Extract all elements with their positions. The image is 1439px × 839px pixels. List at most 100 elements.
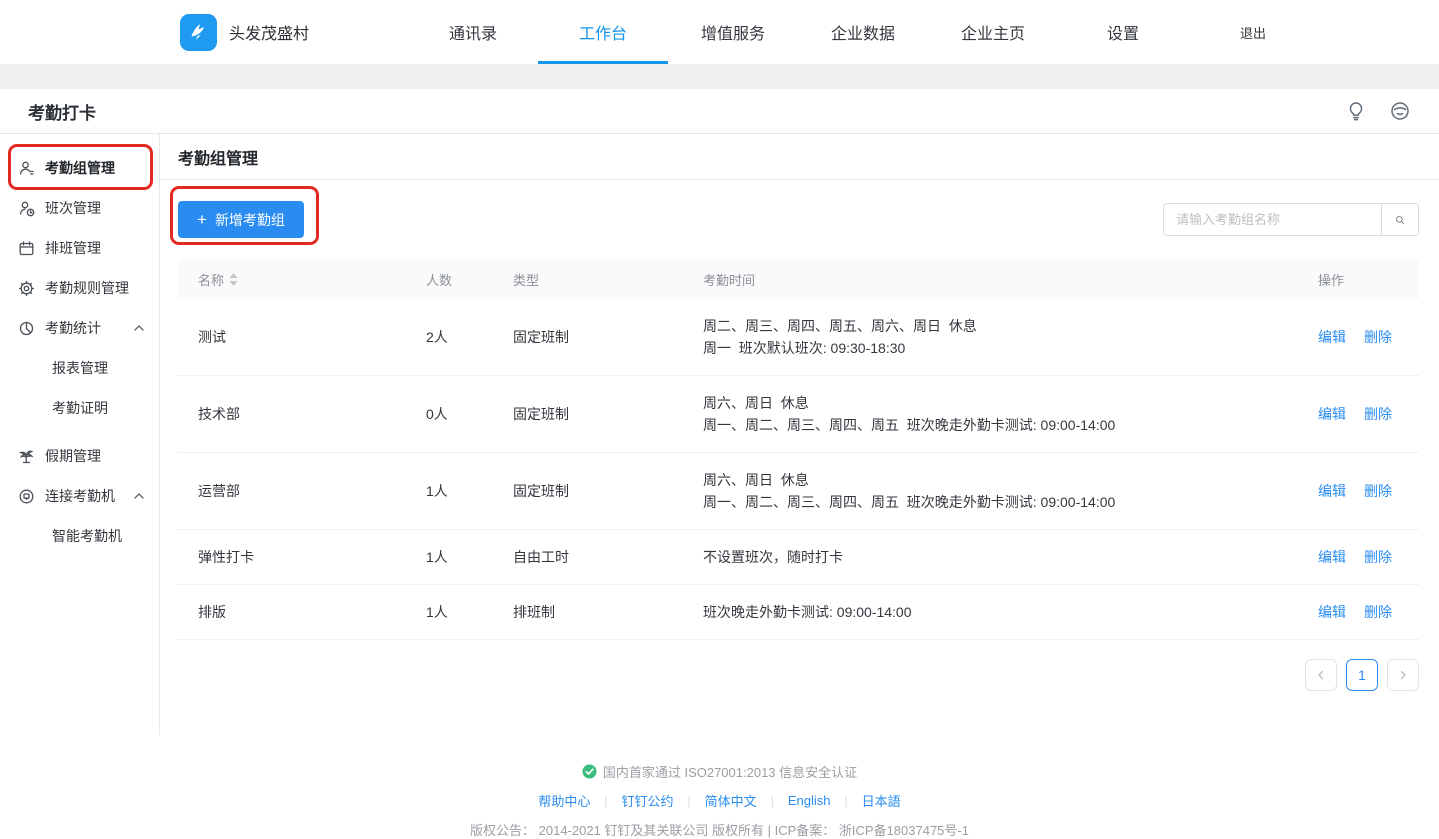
prev-page-button[interactable] [1305, 659, 1337, 691]
copyright-text: 版权公告： 2014-2021 钉钉及其关联公司 版权所有 | ICP备案： 浙… [0, 820, 1439, 839]
lang-simplified-chinese-link[interactable]: 简体中文 [705, 791, 757, 810]
brand: 头发茂盛村 [180, 14, 408, 51]
user-clock-icon [18, 200, 35, 217]
delete-link[interactable]: 删除 [1364, 602, 1392, 622]
sidebar-item-smart-attendance-machine[interactable]: 智能考勤机 [0, 516, 159, 556]
table-row: 测试 2人 固定班制 周二、周三、周四、周五、周六、周日 休息周一 班次默认班次… [178, 299, 1419, 376]
next-page-button[interactable] [1387, 659, 1419, 691]
sidebar-item-holiday-management[interactable]: 假期管理 [0, 436, 159, 476]
sidebar-item-scheduling[interactable]: 排班管理 [0, 228, 159, 268]
group-type: 排班制 [513, 602, 703, 622]
edit-link[interactable]: 编辑 [1318, 547, 1346, 567]
logout-button[interactable]: 退出 [1188, 0, 1318, 64]
member-count: 2人 [426, 327, 513, 347]
delete-link[interactable]: 删除 [1364, 327, 1392, 347]
sidebar-item-label: 考勤组管理 [45, 158, 115, 178]
divider: | [844, 794, 847, 808]
sidebar: 考勤组管理 班次管理 排班管理 考勤规则管理 考勤统计 [0, 134, 160, 735]
column-header-type: 类型 [513, 270, 703, 289]
gear-icon [18, 280, 35, 297]
sidebar-item-attendance-statistics[interactable]: 考勤统计 [0, 308, 159, 348]
company-name: 头发茂盛村 [229, 20, 309, 44]
separator-strip [0, 64, 1439, 89]
column-header-count: 人数 [426, 270, 513, 289]
column-header-name[interactable]: 名称 [178, 270, 426, 289]
table-row: 技术部 0人 固定班制 周六、周日 休息周一、周二、周三、周四、周五 班次晚走外… [178, 376, 1419, 453]
cert-text: 国内首家通过 ISO27001:2013 信息安全认证 [603, 762, 857, 781]
group-type: 固定班制 [513, 327, 703, 347]
dingtalk-logo-icon [180, 14, 217, 51]
attendance-time: 班次晚走外勤卡测试: 09:00-14:00 [703, 585, 1318, 639]
palm-tree-icon [18, 448, 35, 465]
member-count: 1人 [426, 481, 513, 501]
table-header: 名称 人数 类型 考勤时间 操作 [178, 259, 1419, 299]
tab-settings[interactable]: 设置 [1058, 0, 1188, 64]
search-box [1163, 203, 1419, 236]
calendar-icon [18, 240, 35, 257]
lang-english-link[interactable]: English [788, 793, 831, 808]
edit-link[interactable]: 编辑 [1318, 404, 1346, 424]
column-header-time: 考勤时间 [703, 270, 1318, 289]
group-type: 固定班制 [513, 481, 703, 501]
tab-enterprise-homepage[interactable]: 企业主页 [928, 0, 1058, 64]
add-attendance-group-button[interactable]: + 新增考勤组 [178, 201, 304, 238]
table-row: 排版 1人 排班制 班次晚走外勤卡测试: 09:00-14:00 编辑删除 [178, 585, 1419, 640]
attendance-time: 周二、周三、周四、周五、周六、周日 休息周一 班次默认班次: 09:30-18:… [703, 299, 1318, 375]
tab-contacts[interactable]: 通讯录 [408, 0, 538, 64]
sidebar-item-attendance-rules[interactable]: 考勤规则管理 [0, 268, 159, 308]
search-input[interactable] [1164, 204, 1381, 235]
lang-japanese-link[interactable]: 日本語 [862, 791, 901, 810]
help-center-link[interactable]: 帮助中心 [538, 791, 590, 810]
sidebar-item-report-management[interactable]: 报表管理 [0, 348, 159, 388]
chevron-up-icon[interactable] [133, 490, 145, 502]
delete-link[interactable]: 删除 [1364, 481, 1392, 501]
sidebar-item-attendance-proof[interactable]: 考勤证明 [0, 388, 159, 428]
dingtalk-convention-link[interactable]: 钉钉公约 [622, 791, 674, 810]
search-button[interactable] [1381, 204, 1418, 235]
group-name: 排版 [178, 602, 426, 622]
chevron-right-icon [1398, 670, 1408, 680]
footer: 国内首家通过 ISO27001:2013 信息安全认证 帮助中心| 钉钉公约| … [0, 735, 1439, 839]
sidebar-item-label: 考勤证明 [52, 398, 108, 418]
pie-chart-icon [18, 320, 35, 337]
sort-icon[interactable] [229, 273, 238, 286]
sidebar-item-label: 假期管理 [45, 446, 101, 466]
top-nav: 头发茂盛村 通讯录 工作台 增值服务 企业数据 企业主页 设置 退出 [0, 0, 1439, 64]
chevron-up-icon[interactable] [133, 322, 145, 334]
sidebar-item-label: 考勤规则管理 [45, 278, 129, 298]
footer-links: 帮助中心| 钉钉公约| 简体中文| English| 日本語 [0, 791, 1439, 810]
group-name: 测试 [178, 327, 426, 347]
divider: | [604, 794, 607, 808]
group-type: 固定班制 [513, 404, 703, 424]
security-cert-line: 国内首家通过 ISO27001:2013 信息安全认证 [0, 762, 1439, 781]
edit-link[interactable]: 编辑 [1318, 327, 1346, 347]
edit-link[interactable]: 编辑 [1318, 602, 1346, 622]
page-number-button[interactable]: 1 [1346, 659, 1378, 691]
plus-icon: + [197, 211, 207, 228]
tab-enterprise-data[interactable]: 企业数据 [798, 0, 928, 64]
tab-workbench[interactable]: 工作台 [538, 0, 668, 64]
sidebar-item-label: 排班管理 [45, 238, 101, 258]
sidebar-item-attendance-groups[interactable]: 考勤组管理 [0, 148, 159, 188]
customer-service-icon[interactable] [1389, 100, 1411, 122]
sidebar-item-shift-management[interactable]: 班次管理 [0, 188, 159, 228]
main-panel: 考勤组管理 + 新增考勤组 名称 人数 类型 考勤时间 操作 [160, 134, 1439, 735]
sidebar-item-connect-attendance-machine[interactable]: 连接考勤机 [0, 476, 159, 516]
group-name: 弹性打卡 [178, 547, 426, 567]
edit-link[interactable]: 编辑 [1318, 481, 1346, 501]
attendance-time: 周六、周日 休息周一、周二、周三、周四、周五 班次晚走外勤卡测试: 09:00-… [703, 453, 1318, 529]
delete-link[interactable]: 删除 [1364, 547, 1392, 567]
member-count: 0人 [426, 404, 513, 424]
divider: | [688, 794, 691, 808]
group-name: 运营部 [178, 481, 426, 501]
delete-link[interactable]: 删除 [1364, 404, 1392, 424]
page-title: 考勤打卡 [28, 99, 96, 124]
group-type: 自由工时 [513, 547, 703, 567]
lightbulb-icon[interactable] [1345, 100, 1367, 122]
section-heading: 考勤组管理 [160, 134, 1439, 180]
page-titlebar: 考勤打卡 [0, 89, 1439, 134]
user-icon [18, 160, 35, 177]
shield-check-icon [582, 764, 597, 779]
device-icon [18, 488, 35, 505]
tab-value-added-services[interactable]: 增值服务 [668, 0, 798, 64]
